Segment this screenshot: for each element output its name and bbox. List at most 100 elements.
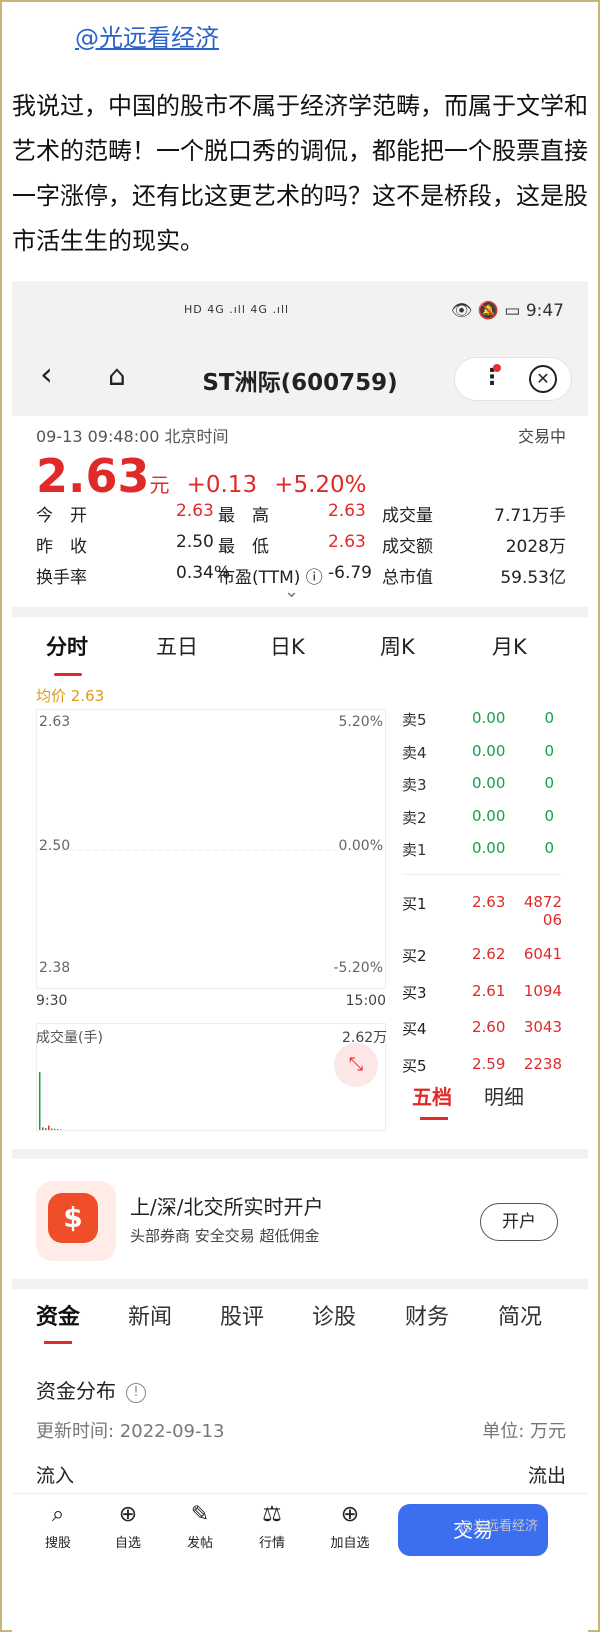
divider: [402, 874, 562, 875]
yuan-icon: $: [48, 1193, 98, 1243]
level-label: 买2: [402, 947, 427, 965]
nav-post[interactable]: ✎ 发帖: [170, 1502, 230, 1551]
quote-label: 总市值: [382, 568, 433, 588]
eye-icon: 👁: [450, 301, 473, 321]
level-label: 卖5: [402, 711, 427, 729]
funds-unit: 单位: 万元: [482, 1421, 566, 1442]
open-account-button[interactable]: 开户: [480, 1203, 558, 1241]
nav-label: 行情: [258, 1536, 285, 1551]
tab-underline: [54, 673, 82, 676]
chart-grid: [37, 849, 387, 851]
level-label: 买4: [402, 1020, 427, 1038]
tab-five-day[interactable]: 五日: [156, 631, 198, 661]
quote-label: 换手率: [36, 568, 87, 588]
sell-level: 卖1 0.00 0: [402, 839, 562, 872]
nav-search[interactable]: ⌕ 搜股: [28, 1502, 88, 1551]
nav-label: 搜股: [44, 1536, 71, 1551]
level-price: 2.63: [472, 893, 506, 911]
tab-weekly-k[interactable]: 周K: [380, 631, 415, 661]
quote-label: 最 高: [218, 506, 269, 526]
quote-value: 7.71万手: [494, 506, 566, 526]
volume-bar: [51, 1128, 53, 1130]
pct-tick: 0.00%: [338, 838, 383, 854]
price-change-pct: +5.20%: [274, 472, 367, 498]
info-icon[interactable]: !: [126, 1383, 146, 1403]
nav-add-watch[interactable]: ⊕ 加自选: [320, 1502, 380, 1551]
funds-title-text: 资金分布: [36, 1379, 116, 1403]
divider: [12, 1149, 588, 1159]
funds-meta: 更新时间: 2022-09-13 单位: 万元: [36, 1417, 566, 1443]
promo-banner[interactable]: $ 上/深/北交所实时开户 头部券商 安全交易 超低佣金 开户: [12, 1169, 588, 1279]
tab-finance[interactable]: 财务: [405, 1299, 449, 1331]
plus-circle-icon: ⊕: [118, 1502, 138, 1527]
quote-value: 59.53亿: [500, 568, 566, 588]
tab-diagnosis[interactable]: 诊股: [312, 1299, 356, 1331]
quote-value: 2.63: [176, 501, 214, 521]
post-text: 我说过，中国的股市不属于经济学范畴，而属于文学和艺术的范畴！一个脱口秀的调侃，都…: [12, 92, 588, 255]
nav-market[interactable]: ⚖ 行情: [242, 1502, 302, 1551]
expand-icon[interactable]: ⤡: [334, 1043, 378, 1087]
candlestick-icon: ⚖: [262, 1502, 282, 1527]
price-tick: 2.63: [39, 714, 71, 730]
time-tick: 9:30: [36, 993, 68, 1009]
volume-label: 成交量(手): [36, 1030, 103, 1046]
avg-price-label: 均价 2.63: [36, 687, 105, 705]
search-icon: ⌕: [51, 1502, 65, 1527]
buy-level: 买2 2.62 6041: [402, 945, 562, 982]
status-right: 👁 🔕 ▭ 9:47: [451, 301, 564, 321]
tab-five-level[interactable]: 五档: [412, 1085, 452, 1109]
sell-level: 卖2 0.00 0: [402, 807, 562, 840]
volume-bar: [39, 1072, 41, 1130]
quote-row: 换手率 0.34% 市盈(TTM) ⓘ -6.79 总市值 59.53亿: [36, 563, 566, 594]
nav-watchlist[interactable]: ⊕ 自选: [98, 1502, 158, 1551]
tab-intraday[interactable]: 分时: [46, 631, 88, 661]
funds-title: 资金分布!: [36, 1375, 146, 1404]
level-price: 0.00: [472, 806, 506, 825]
volume-bar: [42, 1127, 44, 1130]
tab-news[interactable]: 新闻: [128, 1299, 172, 1331]
tab-funds[interactable]: 资金: [36, 1299, 80, 1331]
capsule-menu: ⋮ ✕: [454, 357, 572, 401]
author-link[interactable]: @光远看经济: [75, 18, 219, 53]
level-label: 买1: [402, 895, 427, 913]
status-time: 9:47: [525, 301, 564, 321]
level-label: 买5: [402, 1056, 427, 1075]
outflow-label: 流出: [527, 1465, 566, 1487]
divider: [12, 607, 588, 617]
level-price: 2.61: [472, 981, 506, 1000]
sell-level: 卖5 0.00 0: [402, 709, 562, 742]
phone-screenshot: HD 4G .ıll 4G .ıll 👁 🔕 ▭ 9:47 ‹ ⌂ ST洲际(6…: [12, 281, 588, 1632]
nav-header: ‹ ⌂ ST洲际(600759) ⋮ ✕: [12, 341, 588, 416]
book-tabs: 五档 明细: [412, 1081, 524, 1120]
quote-label: 成交额: [382, 537, 433, 557]
price-change: +0.13: [186, 472, 258, 498]
volume-bar: [57, 1129, 59, 1130]
chevron-down-icon[interactable]: ⌄: [284, 581, 299, 602]
divider: [12, 1279, 588, 1289]
level-volume: 0: [544, 741, 554, 760]
quote-row: 昨 收 2.50 最 低 2.63 成交额 2028万: [36, 532, 566, 563]
sell-level: 卖4 0.00 0: [402, 742, 562, 775]
intraday-chart[interactable]: 2.63 2.50 2.38 5.20% 0.00% -5.20%: [36, 709, 387, 989]
quote-label: 市盈(TTM) ⓘ: [218, 568, 323, 588]
signal-icon: HD 4G .ıll 4G .ıll: [184, 303, 290, 316]
price-unit: 元: [149, 473, 170, 497]
volume-bar: [48, 1125, 50, 1130]
tab-daily-k[interactable]: 日K: [270, 631, 305, 661]
quote-label: 今 开: [36, 506, 87, 526]
level-volume: 3043: [523, 1018, 562, 1036]
level-volume: 0: [544, 806, 554, 825]
status-bar: HD 4G .ıll 4G .ıll 👁 🔕 ▭ 9:47: [12, 281, 588, 341]
level-volume: 0: [544, 839, 554, 857]
level-volume: 1094: [523, 981, 562, 1000]
tab-monthly-k[interactable]: 月K: [492, 631, 527, 661]
quote-label: 最 低: [218, 537, 269, 557]
level-price: 0.00: [472, 839, 506, 857]
price-tick: 2.50: [39, 838, 71, 854]
tab-profile[interactable]: 简况: [498, 1299, 542, 1331]
level-volume: 0: [544, 774, 554, 792]
level-label: 卖2: [402, 808, 427, 827]
tab-reviews[interactable]: 股评: [220, 1299, 264, 1331]
tab-detail[interactable]: 明细: [484, 1085, 524, 1109]
close-icon[interactable]: ✕: [529, 365, 557, 393]
